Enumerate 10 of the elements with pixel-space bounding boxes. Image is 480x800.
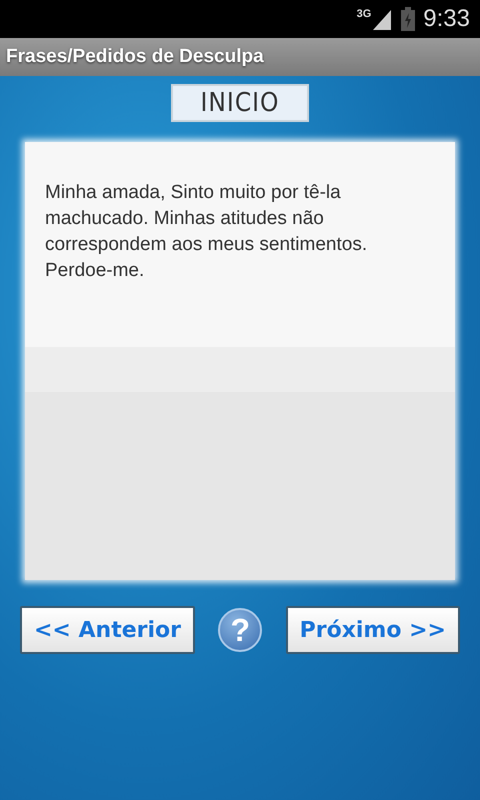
signal-icon [371,8,394,30]
app-title: Frases/Pedidos de Desculpa [6,46,264,68]
network-type: 3G [356,8,372,20]
clock-time: 9:33 [423,5,470,33]
home-button[interactable]: INICIO [171,84,309,122]
battery-icon [401,7,416,31]
help-button[interactable]: ? [218,608,262,652]
message-text: Minha amada, Sinto muito por tê-la machucado. Minhas atitudes não correspondem aos meus sentimentos. Perdoe-me. [45,181,368,283]
previous-button[interactable]: << Anterior [20,606,196,654]
next-button[interactable]: Próximo >> [286,606,460,654]
